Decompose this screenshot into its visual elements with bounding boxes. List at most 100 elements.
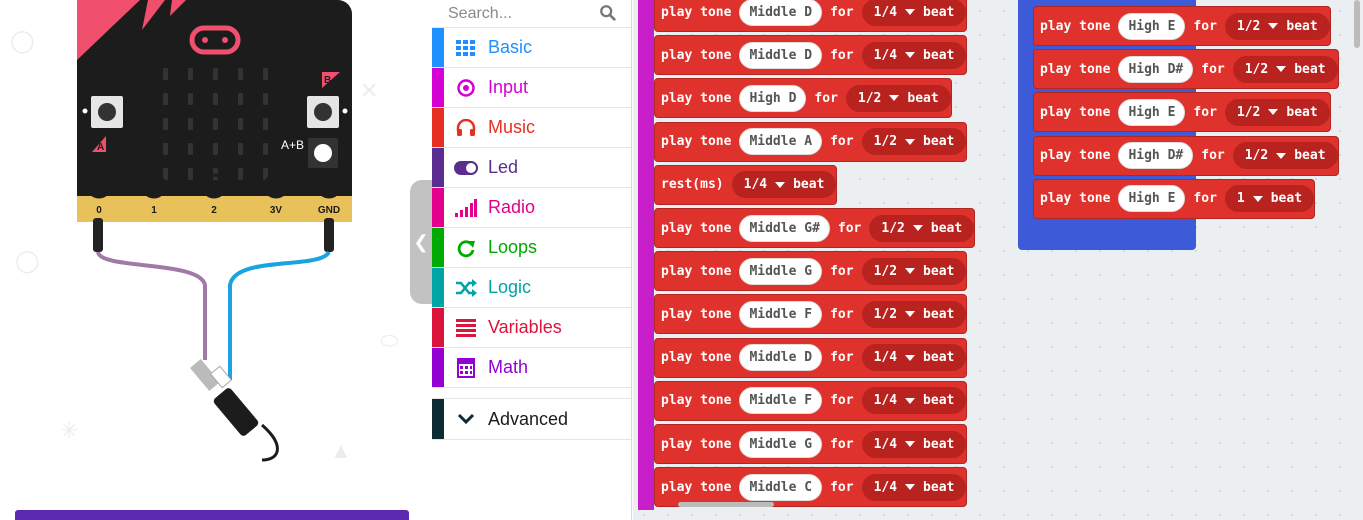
play-tone-block[interactable]: play tone High D# for 1/2 beat: [1033, 49, 1339, 90]
category-radio[interactable]: Radio: [432, 188, 631, 228]
note-field[interactable]: Middle F: [739, 300, 823, 328]
note-field[interactable]: Middle G#: [739, 214, 830, 242]
play-tone-block[interactable]: play tone Middle G for 1/2 beat: [654, 251, 968, 292]
search-input[interactable]: [448, 4, 598, 23]
horizontal-scrollbar[interactable]: [678, 502, 774, 507]
play-tone-block[interactable]: play tone Middle F for 1/2 beat: [654, 294, 968, 335]
note-field[interactable]: High D#: [1118, 142, 1194, 170]
note-field[interactable]: Middle C: [739, 473, 823, 501]
duration-dropdown[interactable]: 1/2 beat: [1224, 12, 1330, 40]
grid-dot: [1291, 394, 1293, 396]
duration-dropdown[interactable]: 1/4 beat: [861, 0, 967, 26]
play-tone-block[interactable]: play tone High D for 1/2 beat: [654, 78, 952, 119]
note-field[interactable]: High E: [1118, 185, 1186, 213]
duration-dropdown[interactable]: 1 beat: [1224, 185, 1315, 213]
duration-dropdown[interactable]: 1/2 beat: [1232, 142, 1338, 170]
block-keyword: beat: [930, 220, 963, 236]
duration-value: 1/4: [873, 350, 898, 366]
note-field[interactable]: Middle D: [739, 344, 823, 372]
grid-dot: [1075, 394, 1077, 396]
note-field[interactable]: High E: [1118, 98, 1186, 126]
grid-dot: [979, 58, 981, 60]
duration-value: 1/2: [881, 220, 905, 236]
note-field[interactable]: Middle F: [739, 387, 823, 415]
duration-dropdown[interactable]: 1/4 beat: [861, 41, 967, 69]
vertical-scrollbar[interactable]: [1354, 0, 1360, 48]
grid-dot: [979, 34, 981, 36]
category-music[interactable]: Music: [432, 108, 631, 148]
grid-dot: [1315, 178, 1317, 180]
duration-dropdown[interactable]: 1/4 beat: [861, 344, 967, 372]
duration-dropdown[interactable]: 1/2 beat: [845, 84, 951, 112]
note-field[interactable]: Middle D: [739, 41, 823, 69]
category-math[interactable]: Math: [432, 348, 631, 388]
duration-dropdown[interactable]: 1/2 beat: [861, 257, 967, 285]
category-input[interactable]: Input: [432, 68, 631, 108]
category-advanced[interactable]: Advanced: [432, 398, 631, 440]
grid-dot: [739, 514, 741, 516]
play-tone-block[interactable]: play tone Middle D for 1/4 beat: [654, 35, 968, 76]
play-tone-block[interactable]: play tone Middle G for 1/4 beat: [654, 424, 968, 464]
rest-block[interactable]: rest(ms) 1/4 beat: [654, 164, 838, 205]
play-tone-block[interactable]: play tone Middle F for 1/4 beat: [654, 380, 968, 421]
grid-dot: [1027, 370, 1029, 372]
duration-value: 1/4: [873, 4, 898, 20]
duration-dropdown[interactable]: 1/4 beat: [861, 473, 967, 501]
category-loops[interactable]: Loops: [432, 228, 631, 268]
grid-dot: [1267, 442, 1269, 444]
wire-purple: [96, 251, 207, 360]
search-icon[interactable]: [599, 4, 617, 22]
category-logic[interactable]: Logic: [432, 268, 631, 308]
play-tone-block[interactable]: play tone Middle D for 1/4 beat: [654, 337, 968, 378]
category-basic[interactable]: Basic: [432, 28, 631, 68]
blocks-workspace[interactable]: play tone Middle D for 1/4 beat play tone Midd…: [633, 0, 1363, 520]
grid-dot: [1219, 490, 1221, 492]
grid-dot: [1171, 298, 1173, 300]
category-label: Input: [488, 77, 529, 97]
note-field[interactable]: Middle G: [739, 257, 823, 285]
note-field[interactable]: Middle G: [739, 430, 823, 458]
category-label: Math: [488, 357, 529, 377]
category-variables[interactable]: Variables: [432, 308, 631, 348]
duration-dropdown[interactable]: 1/4 beat: [731, 171, 837, 199]
category-label: Variables: [488, 317, 562, 337]
grid-dot: [1339, 130, 1341, 132]
play-tone-block[interactable]: play tone High E for 1/2 beat: [1033, 6, 1331, 46]
duration-dropdown[interactable]: 1/2 beat: [1232, 55, 1338, 83]
grid-dot: [1243, 490, 1245, 492]
block-keyword: beat: [1294, 148, 1326, 164]
grid-dot: [1267, 514, 1269, 516]
play-tone-block[interactable]: play tone High E for 1 beat: [1033, 178, 1316, 219]
grid-dot: [1195, 442, 1197, 444]
play-tone-block[interactable]: play tone High E for 1/2 beat: [1033, 92, 1331, 133]
duration-dropdown[interactable]: 1/2 beat: [869, 214, 975, 242]
chevron-down-icon: [454, 407, 478, 431]
grid-dot: [1027, 250, 1029, 252]
play-tone-block[interactable]: play tone High D# for 1/2 beat: [1033, 135, 1339, 176]
play-tone-block[interactable]: play tone Middle A for 1/2 beat: [654, 121, 968, 162]
grid-dot: [1267, 298, 1269, 300]
duration-dropdown[interactable]: 1/2 beat: [1224, 98, 1330, 126]
button-ab[interactable]: [308, 138, 338, 168]
block-keyword: for: [830, 4, 854, 20]
grid-dot: [1219, 346, 1221, 348]
duration-dropdown[interactable]: 1/4 beat: [861, 430, 967, 458]
grid-dot: [979, 418, 981, 420]
play-tone-block[interactable]: play tone Middle G# for 1/2 beat: [654, 208, 976, 248]
collapse-simulator-button[interactable]: ❮: [410, 180, 432, 304]
category-led[interactable]: Led: [432, 148, 631, 188]
duration-dropdown[interactable]: 1/2 beat: [861, 300, 967, 328]
play-tone-block[interactable]: play tone Middle D for 1/4 beat: [654, 0, 968, 32]
note-field[interactable]: High E: [1118, 12, 1186, 40]
note-field[interactable]: Middle A: [739, 128, 823, 156]
note-field[interactable]: Middle D: [739, 0, 823, 26]
dropdown-arrow-icon: [1276, 66, 1287, 73]
duration-dropdown[interactable]: 1/4 beat: [861, 387, 967, 415]
grid-dot: [1339, 442, 1341, 444]
note-field[interactable]: High D#: [1118, 55, 1194, 83]
duration-dropdown[interactable]: 1/2 beat: [861, 128, 967, 156]
note-field[interactable]: High D: [739, 84, 807, 112]
category-list: Basic Input Music Led Radio Loops Logic …: [432, 28, 631, 388]
grid-dot: [931, 202, 933, 204]
block-keyword: for: [1193, 18, 1217, 34]
